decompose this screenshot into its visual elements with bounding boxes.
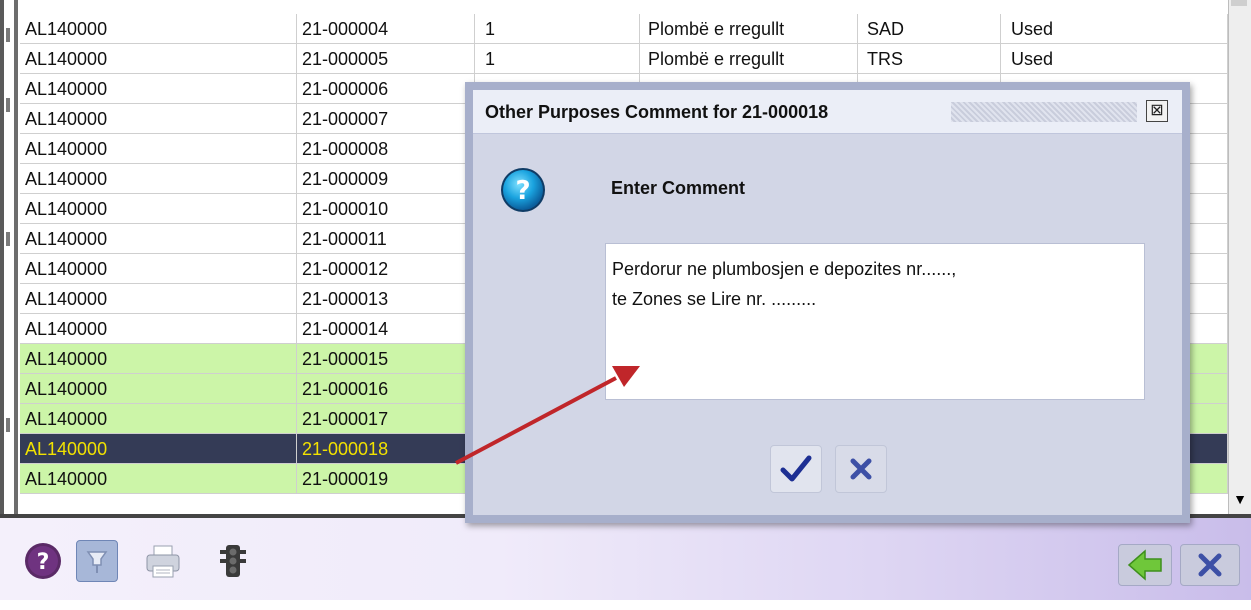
number-cell: 21-000014 xyxy=(297,314,475,344)
status-cell: Used xyxy=(1001,14,1228,44)
code-cell: AL140000 xyxy=(20,254,297,284)
scroll-down-arrow-icon[interactable]: ▼ xyxy=(1230,486,1250,512)
bottom-toolbar: ? xyxy=(0,514,1251,600)
pin-icon xyxy=(86,551,108,573)
number-cell: 21-000007 xyxy=(297,104,475,134)
svg-text:?: ? xyxy=(515,176,530,206)
print-icon xyxy=(146,545,180,578)
confirm-button[interactable] xyxy=(770,445,822,493)
code-cell: AL140000 xyxy=(20,194,297,224)
table-row[interactable]: AL140000 21-000004 1 Plombë e rregullt SAD Us… xyxy=(20,14,1228,44)
traffic-light-button[interactable] xyxy=(212,540,254,582)
number-cell: 21-000011 xyxy=(297,224,475,254)
gutter-mark xyxy=(6,232,10,246)
back-arrow-icon xyxy=(1127,549,1162,581)
back-button[interactable] xyxy=(1118,544,1172,586)
number-cell: 21-000013 xyxy=(297,284,475,314)
number-cell: 21-000004 xyxy=(297,14,475,44)
number-cell: 21-000005 xyxy=(297,44,475,74)
code-cell: AL140000 xyxy=(20,44,297,74)
code-cell: AL140000 xyxy=(20,374,297,404)
print-button[interactable] xyxy=(142,540,184,582)
table-row[interactable]: AL140000 21-000005 1 Plombë e rregullt TRS Us… xyxy=(20,44,1228,74)
app-window: AL140000 21-000004 1 Plombë e rregullt SAD Us… xyxy=(0,0,1251,610)
code-cell: AL140000 xyxy=(20,434,297,464)
help-button[interactable]: ? xyxy=(22,540,64,582)
gutter-mark xyxy=(6,98,10,112)
dialog-close-button[interactable]: ⊠ xyxy=(1146,100,1168,122)
number-cell: 21-000019 xyxy=(297,464,475,494)
code-cell: AL140000 xyxy=(20,344,297,374)
number-cell: 21-000018 xyxy=(297,434,475,464)
comment-textarea[interactable]: Perdorur ne plumbosjen e depozites nr...… xyxy=(605,243,1145,400)
x-icon xyxy=(850,458,872,480)
help-icon: ? xyxy=(25,543,61,579)
footer-strip xyxy=(0,600,1251,610)
number-cell: 21-000016 xyxy=(297,374,475,404)
comment-dialog: Other Purposes Comment for 21-000018 ⊠ ?… xyxy=(465,82,1190,523)
title-bar-grip xyxy=(951,102,1137,122)
code-cell: AL140000 xyxy=(20,224,297,254)
type-cell: Plombë e rregullt xyxy=(640,14,858,44)
code-cell: AL140000 xyxy=(20,74,297,104)
code-cell: AL140000 xyxy=(20,164,297,194)
code-cell: AL140000 xyxy=(20,14,297,44)
code-cell: AL140000 xyxy=(20,314,297,344)
gutter-mark xyxy=(6,418,10,432)
qty-cell: 1 xyxy=(475,44,640,74)
left-edge-bar-inner xyxy=(14,0,18,520)
traffic-light-icon xyxy=(220,545,246,577)
number-cell: 21-000017 xyxy=(297,404,475,434)
question-icon: ? xyxy=(501,168,545,212)
left-edge-gutter xyxy=(5,0,13,520)
number-cell: 21-000010 xyxy=(297,194,475,224)
checkmark-icon xyxy=(780,455,812,482)
dialog-heading: Enter Comment xyxy=(611,178,746,198)
close-icon: ⊠ xyxy=(1150,102,1164,119)
qty-cell: 1 xyxy=(475,14,640,44)
type-cell: Plombë e rregullt xyxy=(640,44,858,74)
number-cell: 21-000012 xyxy=(297,254,475,284)
pin-button[interactable] xyxy=(76,540,118,582)
doc-cell: SAD xyxy=(858,14,1001,44)
number-cell: 21-000015 xyxy=(297,344,475,374)
cancel-button[interactable] xyxy=(835,445,887,493)
code-cell: AL140000 xyxy=(20,464,297,494)
left-edge-bar xyxy=(0,0,4,522)
number-cell: 21-000006 xyxy=(297,74,475,104)
number-cell: 21-000008 xyxy=(297,134,475,164)
svg-text:?: ? xyxy=(37,550,50,575)
number-cell: 21-000009 xyxy=(297,164,475,194)
doc-cell: TRS xyxy=(858,44,1001,74)
code-cell: AL140000 xyxy=(20,134,297,164)
dialog-title-bar[interactable]: Other Purposes Comment for 21-000018 ⊠ xyxy=(473,90,1182,134)
dialog-title: Other Purposes Comment for 21-000018 xyxy=(485,102,829,122)
gutter-mark xyxy=(6,28,10,42)
code-cell: AL140000 xyxy=(20,104,297,134)
close-icon xyxy=(1198,553,1222,577)
close-button[interactable] xyxy=(1180,544,1240,586)
code-cell: AL140000 xyxy=(20,404,297,434)
scrollbar-thumb[interactable] xyxy=(1231,0,1247,6)
status-cell: Used xyxy=(1001,44,1228,74)
vertical-scrollbar[interactable] xyxy=(1228,0,1251,514)
code-cell: AL140000 xyxy=(20,284,297,314)
